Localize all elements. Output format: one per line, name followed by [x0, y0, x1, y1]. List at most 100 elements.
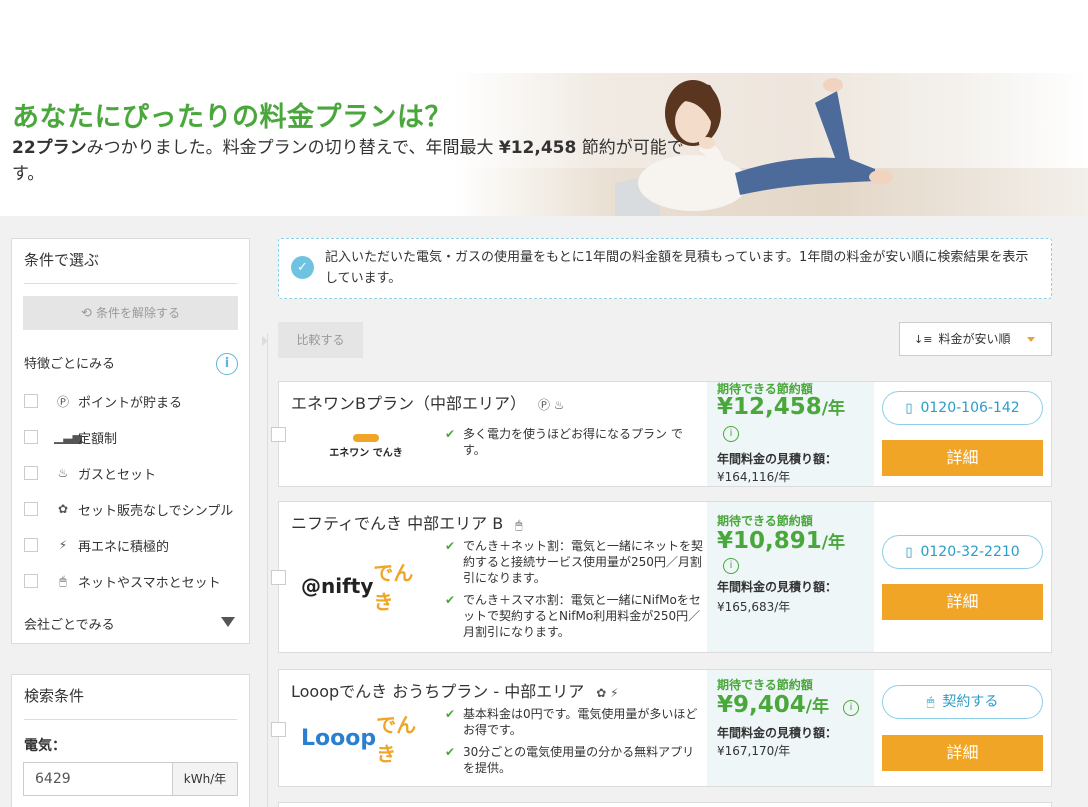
caret-down-icon[interactable]	[221, 617, 235, 627]
chevron-down-icon	[1027, 337, 1035, 342]
info-icon[interactable]: i	[843, 700, 859, 716]
feature-item: ✔ でんき＋ネット割：電気と一緒にネットを契約すると接続サービス使用量が250円／…	[445, 538, 703, 586]
divider	[24, 283, 237, 284]
savings-box: 期待できる節約額 ¥10,891/年 i 年間料金の見積り額： ¥165,683…	[707, 502, 874, 652]
plan-name[interactable]: エネワンBプラン（中部エリア） Ⓟ ♨	[291, 390, 565, 414]
search-title: 検索条件	[24, 687, 85, 705]
logo-text-b: でんき	[373, 561, 414, 614]
checkbox[interactable]	[24, 430, 38, 444]
results-area: 条件で選ぶ ⟲ 条件を解除する 特徴ごとにみる i Ⓟ ポイントが貯まる ▁▃▅ 定額…	[0, 216, 1088, 807]
filter-label: 定額制	[78, 431, 118, 447]
savings-label: 期待できる節約額	[717, 514, 813, 528]
info-icon[interactable]: i	[723, 558, 739, 574]
phone-icon: ▯	[905, 545, 913, 560]
conditions-panel: 条件で選ぶ ⟲ 条件を解除する 特徴ごとにみる i Ⓟ ポイントが貯まる ▁▃▅ 定額…	[11, 238, 250, 644]
plan-feature-icons: Ⓟ ♨	[537, 398, 565, 412]
summary-text-a: みつかりました。料金プランの切り替えで、年間最大	[86, 138, 499, 158]
plan-card: Looopでんき おうちプラン - 中部エリア ✿ ⚡ Looop でんき ✔ 基本料…	[271, 669, 1052, 787]
filter-simple[interactable]: ✿ セット販売なしでシンプル	[24, 499, 233, 519]
phone-number: 0120-106-142	[920, 400, 1020, 416]
estimate-label: 年間料金の見積り額：	[717, 726, 838, 740]
phone-button[interactable]: ▯ 0120-106-142	[882, 391, 1043, 425]
savings-value: ¥12,458	[717, 394, 822, 420]
savings-amount: ¥12,458/年	[717, 394, 845, 420]
detail-button[interactable]: 詳細	[882, 440, 1043, 476]
info-icon[interactable]: i	[216, 353, 238, 375]
feature-text: でんき＋ネット割：電気と一緒にネットを契約すると接続サービス使用量が250円／月…	[463, 539, 704, 585]
hero-banner: あなたにぴったりの料金プランは？ 22プランみつかりました。料金プランの切り替え…	[0, 73, 1088, 216]
compare-checkbox[interactable]	[271, 570, 286, 585]
per-year: /年	[821, 533, 845, 553]
feature-text: でんき＋スマホ割：電気と一緒にNifMoをセットで契約するとNifMo利用料金が…	[463, 593, 701, 639]
bar-chart-icon: ▁▃▅	[54, 430, 82, 444]
checkbox[interactable]	[24, 394, 38, 408]
per-year: /年	[805, 697, 829, 717]
wind-turbine-icon: ⚡	[58, 538, 68, 552]
feature-item: ✔ 基本料金は0円です。電気使用量が多いほどお得です。	[445, 706, 703, 738]
conditions-title: 条件で選ぶ	[24, 251, 100, 269]
contract-button[interactable]: 🖱 契約する	[882, 685, 1043, 719]
reset-conditions-button[interactable]: ⟲ 条件を解除する	[23, 296, 238, 330]
detail-button[interactable]: 詳細	[882, 584, 1043, 620]
filter-net-phone[interactable]: 🖱 ネットやスマホとセット	[24, 571, 221, 591]
plan-feature-icons: ✿ ⚡	[596, 686, 619, 700]
guide-arrow-icon	[262, 336, 268, 346]
filter-label: セット販売なしでシンプル	[78, 503, 234, 519]
refresh-icon: ⟲	[81, 306, 92, 321]
gas-flame-icon: ♨	[57, 466, 69, 480]
electricity-usage-input[interactable]: 6429	[23, 762, 173, 796]
savings-amount: ¥10,891/年	[717, 528, 845, 554]
plan-features: ✔ 多く電力を使うほどお得になるプラン です。	[445, 426, 703, 464]
logo-text-b: でんき	[376, 713, 417, 766]
enewan-logo: エネワン でんき	[301, 426, 431, 466]
company-section-label[interactable]: 会社ごとでみる	[24, 614, 115, 633]
plan-card: ニフティでんき 中部エリア B 🖱 @nifty でんき ✔ でんき＋ネット割：電気と…	[271, 501, 1052, 653]
phone-number: 0120-32-2210	[920, 544, 1020, 560]
phone-button[interactable]: ▯ 0120-32-2210	[882, 535, 1043, 569]
checkbox[interactable]	[24, 502, 38, 516]
plan-features: ✔ 基本料金は0円です。電気使用量が多いほどお得です。 ✔ 30分ごとの電気使用量の…	[445, 706, 703, 782]
compare-checkbox[interactable]	[271, 427, 286, 442]
per-year: /年	[821, 399, 845, 419]
checkbox[interactable]	[24, 538, 38, 552]
feature-item: ✔ でんき＋スマホ割：電気と一緒にNifMoをセットで契約するとNifMo利用料金…	[445, 592, 703, 640]
estimate-notice: ✓ 記入いただいた電気・ガスの使用量をもとに1年間の料金額を見積もっています。1…	[278, 238, 1052, 299]
logo-text-a: @nifty	[301, 574, 374, 598]
compare-checkbox[interactable]	[271, 722, 286, 737]
filter-fixed-rate[interactable]: ▁▃▅ 定額制	[24, 427, 117, 447]
checkbox[interactable]	[24, 466, 38, 480]
check-icon: ✔	[445, 427, 456, 441]
checkbox[interactable]	[24, 574, 38, 588]
plan-card: エネワンBプラン（中部エリア） Ⓟ ♨ エネワン でんき ✔ 多く電力を使うほどお得…	[271, 381, 1052, 487]
plan-features: ✔ でんき＋ネット割：電気と一緒にネットを契約すると接続サービス使用量が250円／…	[445, 538, 703, 646]
plan-name-text: エネワンBプラン（中部エリア）	[291, 394, 526, 413]
filter-label: 再エネに積極的	[78, 539, 170, 555]
plan-name[interactable]: Looopでんき おうちプラン - 中部エリア ✿ ⚡	[291, 678, 619, 702]
mouse-icon: 🖱	[926, 695, 935, 710]
contract-label: 契約する	[942, 694, 999, 710]
results-summary: 22プランみつかりました。料金プランの切り替えで、年間最大 ¥12,458 節約…	[12, 135, 712, 187]
info-icon[interactable]: i	[723, 426, 739, 442]
estimate-label: 年間料金の見積り額：	[717, 452, 838, 466]
plan-name[interactable]: ニフティでんき 中部エリア B 🖱	[291, 510, 522, 534]
check-icon: ✔	[445, 745, 456, 759]
point-icon: Ⓟ	[56, 394, 69, 409]
filter-gas-set[interactable]: ♨ ガスとセット	[24, 463, 156, 483]
search-conditions-panel: 検索条件 電気： 6429 kWh/年	[11, 674, 250, 807]
savings-box: 期待できる節約額 ¥9,404/年 i 年間料金の見積り額： ¥167,170/…	[707, 670, 874, 786]
divider	[24, 719, 237, 720]
kwh-unit-label: kWh/年	[172, 762, 238, 796]
sort-icon: ↓≡	[914, 333, 933, 346]
savings-box: 期待できる節約額 ¥12,458/年 i 年間料金の見積り額： ¥164,116…	[707, 382, 874, 486]
savings-value: ¥10,891	[717, 528, 822, 554]
compare-button[interactable]: 比較する	[278, 322, 363, 358]
filter-renewable[interactable]: ⚡ 再エネに積極的	[24, 535, 169, 555]
feature-item: ✔ 30分ごとの電気使用量の分かる無料アプリを提供。	[445, 744, 703, 776]
sort-dropdown[interactable]: ↓≡ 料金が安い順	[899, 322, 1052, 356]
check-icon: ✓	[291, 256, 314, 279]
detail-button[interactable]: 詳細	[882, 735, 1043, 771]
estimate-value: ¥167,170/年	[717, 744, 791, 758]
reset-label: 条件を解除する	[95, 306, 180, 320]
filter-points[interactable]: Ⓟ ポイントが貯まる	[24, 391, 182, 411]
filter-label: ガスとセット	[78, 467, 157, 483]
